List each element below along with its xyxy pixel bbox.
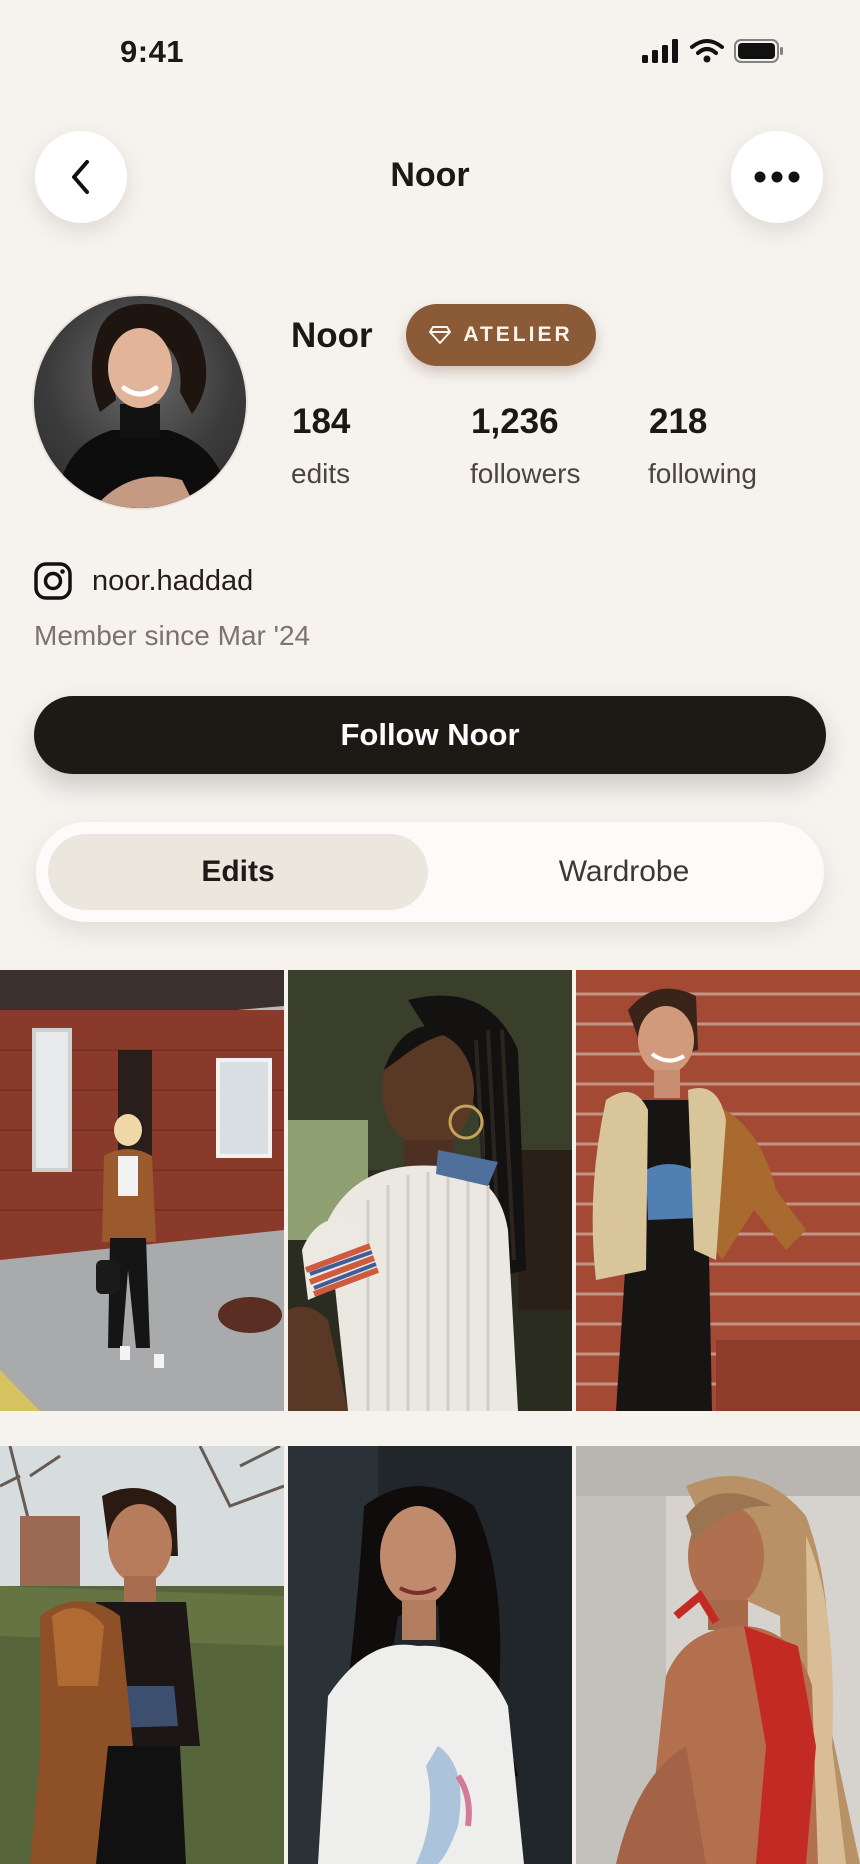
badge-label: ATELIER xyxy=(463,323,573,346)
avatar xyxy=(34,296,246,508)
stat-edits-label: edits xyxy=(291,458,351,489)
battery-icon xyxy=(734,39,783,63)
instagram-link[interactable]: noor.haddad xyxy=(34,562,253,600)
grid-photo[interactable] xyxy=(0,970,284,1411)
wifi-icon xyxy=(690,39,724,63)
tab-edits[interactable]: Edits xyxy=(48,834,428,910)
tab-wardrobe[interactable]: Wardrobe xyxy=(436,834,812,910)
grid-photo[interactable] xyxy=(288,1446,572,1864)
stat-edits-count: 184 xyxy=(292,402,351,441)
status-time: 9:41 xyxy=(120,34,185,69)
grid-photo[interactable] xyxy=(0,1446,284,1864)
stat-following-label[interactable]: following xyxy=(648,458,757,490)
stat-following-count[interactable]: 218 xyxy=(649,402,707,442)
diamond-icon xyxy=(429,326,452,344)
stat-followers-label[interactable]: followers xyxy=(470,458,580,490)
tab-switcher: Edits Wardrobe xyxy=(36,822,824,922)
edits-grid xyxy=(0,970,860,1864)
status-icons xyxy=(642,38,784,64)
instagram-icon xyxy=(34,562,72,600)
follow-button[interactable]: Follow Noor xyxy=(34,696,826,774)
more-horizontal-icon xyxy=(754,171,800,183)
grid-photo[interactable] xyxy=(576,1446,860,1864)
member-since: Member since Mar '24 xyxy=(34,620,311,651)
more-options-button[interactable] xyxy=(731,131,823,223)
instagram-handle: noor.haddad xyxy=(92,564,254,597)
grid-photo[interactable] xyxy=(576,970,860,1411)
atelier-badge: ATELIER xyxy=(406,304,596,366)
profile-name: Noor xyxy=(291,316,373,355)
stat-followers-count[interactable]: 1,236 xyxy=(471,402,559,442)
signal-icon xyxy=(642,39,678,63)
grid-photo[interactable] xyxy=(288,970,572,1411)
